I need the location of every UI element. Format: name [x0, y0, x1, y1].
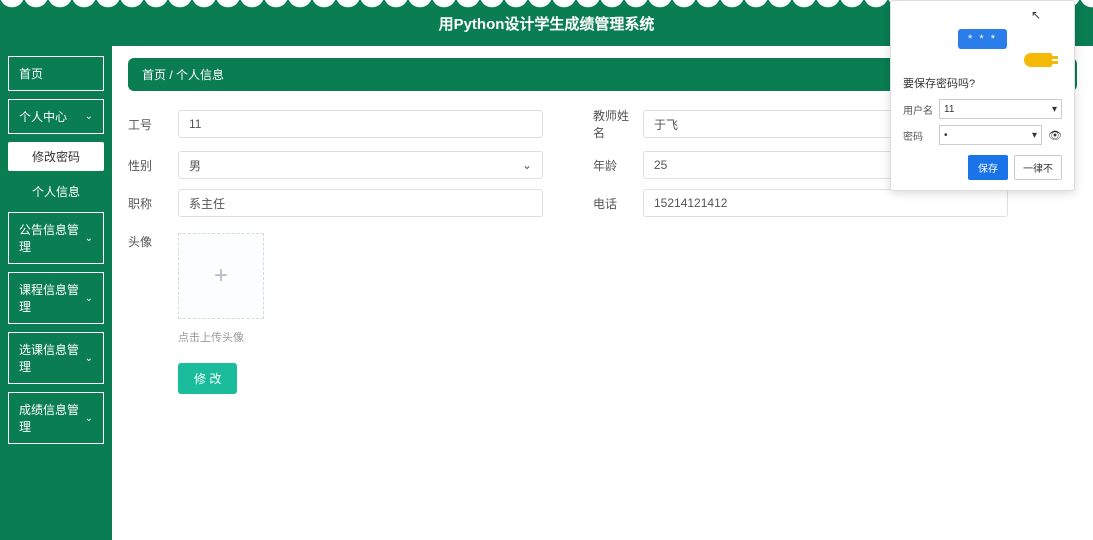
field-label: 头像: [128, 233, 178, 345]
dialog-illustration: * * *: [903, 11, 1062, 67]
chevron-down-icon: ⌄: [85, 293, 93, 304]
field-label: 职称: [128, 195, 178, 212]
field-label: 工号: [128, 116, 178, 133]
worker-id-input[interactable]: [178, 110, 543, 138]
app-title: 用Python设计学生成绩管理系统: [439, 13, 655, 34]
sidebar-item-label: 个人信息: [32, 185, 80, 199]
select-value: 男: [189, 157, 201, 174]
sidebar-item-course-info[interactable]: 课程信息管理 ⌄: [8, 272, 104, 324]
breadcrumb-sep: /: [166, 68, 176, 82]
chevron-down-icon: ⌄: [85, 111, 93, 122]
field-label: 年龄: [593, 157, 643, 174]
eye-icon[interactable]: 👁: [1048, 128, 1062, 142]
key-icon: [1024, 53, 1052, 67]
sidebar-item-label: 选课信息管理: [19, 341, 85, 375]
sidebar-item-announcement[interactable]: 公告信息管理 ⌄: [8, 212, 104, 264]
dialog-prompt: 要保存密码吗?: [903, 75, 1062, 91]
sidebar-subitem-change-password[interactable]: 修改密码: [8, 142, 104, 171]
chevron-down-icon: ⌄: [522, 158, 532, 172]
select-value: 11: [944, 104, 954, 115]
chevron-down-icon: ▾: [1032, 130, 1037, 141]
never-save-button[interactable]: 一律不: [1014, 155, 1062, 180]
gender-select[interactable]: 男 ⌄: [178, 151, 543, 179]
field-gender: 性别 男 ⌄: [128, 151, 543, 179]
username-label: 用户名: [903, 102, 933, 117]
save-password-dialog: * * * 要保存密码吗? 用户名 11 ▾ 密码 • ▾ 👁 保存 一律不: [890, 0, 1075, 191]
password-badge: * * *: [958, 29, 1007, 49]
sidebar-item-label: 个人中心: [19, 108, 67, 125]
chevron-down-icon: ▾: [1052, 104, 1057, 115]
sidebar-item-label: 首页: [19, 65, 43, 82]
sidebar: 首页 个人中心 ⌄ 修改密码 个人信息 公告信息管理 ⌄ 课程信息管理 ⌄ 选课…: [0, 46, 112, 540]
field-label: 教师姓名: [593, 107, 643, 141]
field-phone: 电话: [593, 189, 1008, 217]
sidebar-item-grades[interactable]: 成绩信息管理 ⌄: [8, 392, 104, 444]
password-select[interactable]: • ▾: [939, 125, 1042, 145]
avatar-upload-box[interactable]: +: [178, 233, 264, 319]
sidebar-item-home[interactable]: 首页: [8, 56, 104, 91]
plus-icon: +: [214, 262, 228, 290]
phone-input[interactable]: [643, 189, 1008, 217]
title-input[interactable]: [178, 189, 543, 217]
sidebar-item-label: 成绩信息管理: [19, 401, 85, 435]
sidebar-item-course-selection[interactable]: 选课信息管理 ⌄: [8, 332, 104, 384]
chevron-down-icon: ⌄: [85, 413, 93, 424]
field-title: 职称: [128, 189, 543, 217]
chevron-down-icon: ⌄: [85, 233, 93, 244]
submit-button[interactable]: 修 改: [178, 363, 237, 394]
chevron-down-icon: ⌄: [85, 353, 93, 364]
breadcrumb-current: 个人信息: [176, 68, 224, 82]
sidebar-item-label: 公告信息管理: [19, 221, 85, 255]
field-label: 电话: [593, 195, 643, 212]
select-value: •: [944, 130, 948, 141]
save-password-button[interactable]: 保存: [968, 155, 1008, 180]
sidebar-subitem-personal-info[interactable]: 个人信息: [8, 177, 104, 206]
username-select[interactable]: 11 ▾: [939, 99, 1062, 119]
password-label: 密码: [903, 128, 933, 143]
breadcrumb-home[interactable]: 首页: [142, 68, 166, 82]
upload-hint: 点击上传头像: [178, 329, 264, 345]
field-worker-id: 工号: [128, 107, 543, 141]
field-label: 性别: [128, 157, 178, 174]
sidebar-item-label: 课程信息管理: [19, 281, 85, 315]
avatar-upload-section: 头像 + 点击上传头像: [128, 233, 1077, 345]
sidebar-item-label: 修改密码: [32, 150, 80, 164]
sidebar-item-personal-center[interactable]: 个人中心 ⌄: [8, 99, 104, 134]
